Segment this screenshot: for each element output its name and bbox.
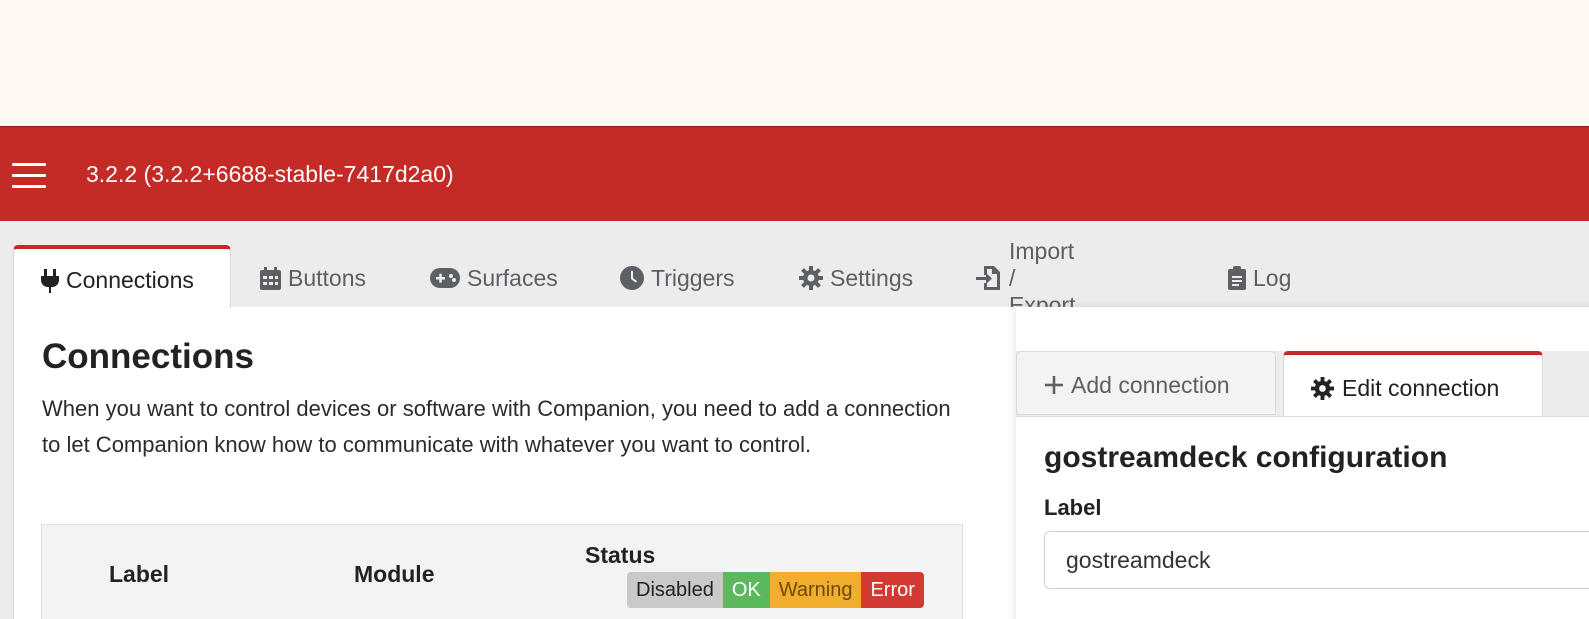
status-badge-disabled: Disabled bbox=[627, 572, 723, 608]
status-legend: Disabled OK Warning Error bbox=[627, 572, 924, 608]
tab-label: Surfaces bbox=[467, 264, 558, 291]
status-badge-error: Error bbox=[861, 572, 924, 608]
config-title: gostreamdeck configuration bbox=[1044, 441, 1448, 474]
gamepad-icon bbox=[430, 268, 460, 288]
gear-icon bbox=[1311, 376, 1334, 400]
tab-edit-connection[interactable]: Edit connection bbox=[1283, 351, 1543, 417]
tab-surfaces[interactable]: Surfaces bbox=[430, 245, 558, 307]
column-header-status[interactable]: Status bbox=[585, 542, 655, 569]
column-header-module[interactable]: Module bbox=[354, 561, 435, 588]
plug-icon bbox=[41, 268, 59, 293]
tab-buttons[interactable]: Buttons bbox=[260, 245, 366, 307]
file-import-icon bbox=[976, 266, 1002, 290]
tab-label: Settings bbox=[830, 264, 914, 291]
label-field-label: Label bbox=[1044, 495, 1102, 520]
tab-label: Edit connection bbox=[1342, 374, 1500, 401]
plus-icon bbox=[1045, 376, 1063, 394]
connections-table: Label Module Status Disabled OK Warning … bbox=[41, 524, 963, 619]
status-badge-warning: Warning bbox=[769, 572, 862, 608]
connection-editor-panel: Add connection Edit connection gostreamd… bbox=[1016, 307, 1589, 619]
tab-label: Triggers bbox=[651, 264, 735, 291]
clipboard-icon bbox=[1228, 266, 1246, 290]
tab-label: Add connection bbox=[1071, 371, 1230, 398]
connections-description: When you want to control devices or soft… bbox=[42, 396, 951, 457]
label-input[interactable] bbox=[1044, 531, 1589, 589]
editor-tabs: Add connection Edit connection bbox=[1016, 351, 1589, 417]
top-header-bar: 3.2.2 (3.2.2+6688-stable-7417d2a0) bbox=[0, 126, 1589, 221]
calendar-grid-icon bbox=[260, 266, 281, 290]
main-content: Connections Buttons Surfaces Triggers Se… bbox=[0, 221, 1589, 619]
gear-icon bbox=[799, 266, 823, 290]
tab-triggers[interactable]: Triggers bbox=[620, 245, 735, 307]
tab-log[interactable]: Log bbox=[1228, 245, 1291, 307]
tab-import-export[interactable]: Import / Export bbox=[976, 238, 1075, 318]
connections-panel: Connections When you want to control dev… bbox=[13, 307, 1589, 619]
tab-connections[interactable]: Connections bbox=[13, 245, 231, 308]
status-badge-ok: OK bbox=[722, 572, 770, 608]
clock-icon bbox=[620, 266, 644, 290]
editor-tab-divider bbox=[1016, 416, 1589, 417]
column-header-label[interactable]: Label bbox=[109, 561, 169, 588]
tab-add-connection[interactable]: Add connection bbox=[1016, 351, 1276, 415]
tab-label: Buttons bbox=[288, 264, 366, 291]
hamburger-menu-icon[interactable] bbox=[12, 163, 46, 188]
page-title: Connections bbox=[42, 337, 254, 376]
version-label: 3.2.2 (3.2.2+6688-stable-7417d2a0) bbox=[86, 161, 454, 187]
tab-settings[interactable]: Settings bbox=[799, 245, 913, 307]
tab-label: Log bbox=[1253, 264, 1292, 291]
tab-label: Connections bbox=[66, 267, 194, 293]
